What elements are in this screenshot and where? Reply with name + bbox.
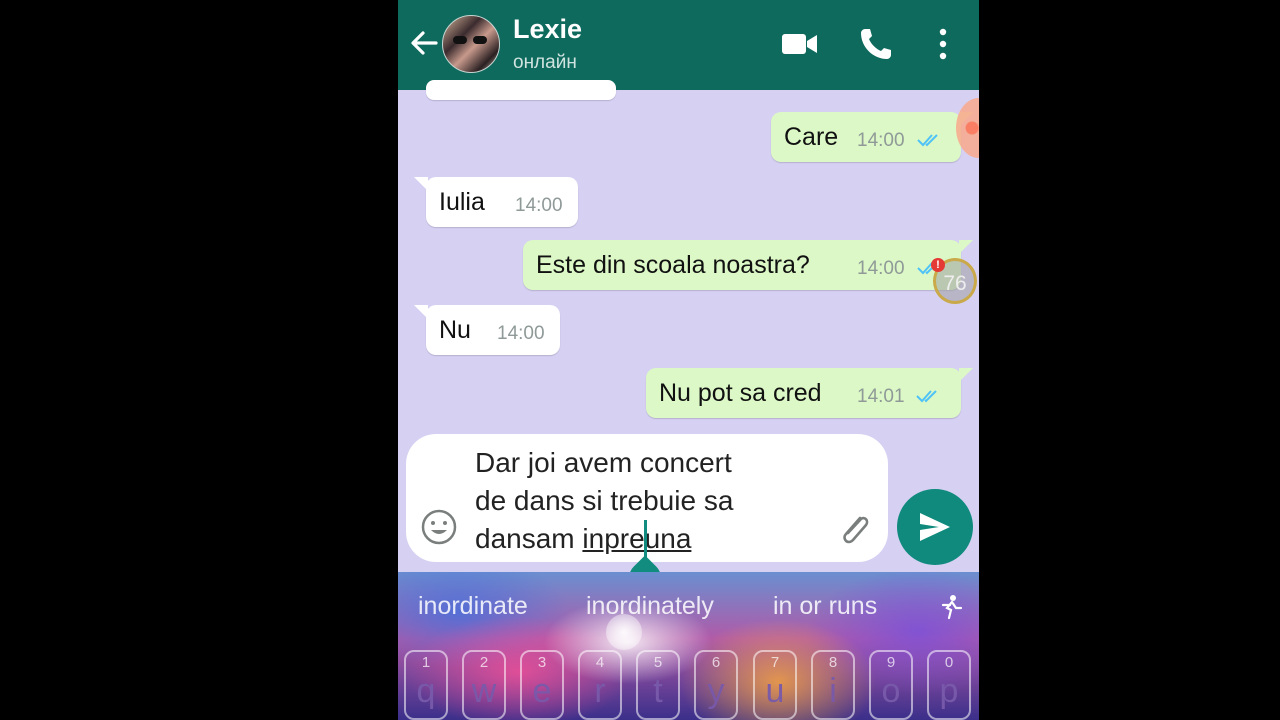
key-o[interactable]: 9o [869,650,913,720]
phone-icon[interactable] [856,24,896,64]
key-letter: o [881,672,901,710]
draft-line: dansam inpreuna [475,520,805,558]
key-letter: p [939,672,959,710]
message-text: Este din scoala noastra? [536,251,810,279]
key-letter: q [416,672,436,710]
key-number: 0 [944,654,954,671]
read-ticks-icon [917,134,938,147]
key-letter: r [594,672,606,710]
message-time: 14:00 [857,130,905,151]
key-number: 2 [479,654,489,671]
message-text: Nu pot sa cred [659,379,822,407]
bubble-tail [959,240,973,254]
message-time: 14:00 [857,258,905,279]
draft-line: de dans si trebuie sa [475,485,734,516]
contact-avatar[interactable] [442,15,500,73]
key-letter: y [707,672,725,710]
key-u[interactable]: 7u [753,650,797,720]
key-i[interactable]: 8i [811,650,855,720]
key-number: 8 [828,654,838,671]
key-e[interactable]: 3e [520,650,564,720]
paperclip-icon[interactable] [836,508,872,548]
key-number: 7 [770,654,780,671]
message-text: Iulia [439,188,485,216]
soft-keyboard[interactable]: inordinate inordinately in or runs 1q 2w… [398,572,979,720]
suggestion-3[interactable]: in or runs [773,592,877,621]
key-letter: i [829,672,837,710]
key-w[interactable]: 2w [462,650,506,720]
key-press-highlight [606,614,642,650]
key-q[interactable]: 1q [404,650,448,720]
alert-dot: ! [931,258,945,272]
message-bubble-incoming[interactable]: Nu 14:00 [414,305,560,355]
message-bubble-outgoing[interactable]: Este din scoala noastra? 14:00 [523,240,973,290]
message-time: 14:00 [497,323,545,344]
key-number: 6 [711,654,721,671]
key-letter: u [765,672,785,710]
message-bubble-outgoing[interactable]: Nu pot sa cred 14:01 [646,368,973,418]
key-t[interactable]: 5t [636,650,680,720]
key-letter: w [471,672,497,710]
key-number: 4 [595,654,605,671]
suggestion-2[interactable]: inordinately [586,592,714,621]
read-ticks-icon [916,390,937,403]
key-number: 9 [886,654,896,671]
bubble-tail [414,305,428,319]
message-text: Care [784,123,839,151]
message-time: 14:01 [857,386,905,407]
misspelled-word[interactable]: inpreuna [582,523,691,554]
key-letter: t [653,672,663,710]
avatar-glasses-left [453,36,467,44]
message-bubble-outgoing[interactable]: Care 14:00 [771,112,973,162]
partial-message-bubble [426,80,616,100]
key-p[interactable]: 0p [927,650,971,720]
contact-status: онлайн [513,52,577,73]
message-input[interactable]: Dar joi avem concert de dans si trebuie … [406,434,888,562]
chat-header: Lexie онлайн [398,0,979,90]
key-r[interactable]: 4r [578,650,622,720]
message-draft-text[interactable]: Dar joi avem concert de dans si trebuie … [475,444,805,558]
more-options-icon[interactable] [928,24,958,64]
suggestion-1[interactable]: inordinate [418,592,528,621]
back-arrow-icon[interactable] [408,26,440,60]
send-icon [920,513,950,541]
video-call-icon[interactable] [780,24,820,64]
message-text: Nu [439,316,471,344]
key-number: 3 [537,654,547,671]
contact-name[interactable]: Lexie [513,14,582,45]
key-number: 1 [421,654,431,671]
send-button[interactable] [897,489,973,565]
bubble-tail [414,177,428,191]
chat-screen: Lexie онлайн Care 14:00 Iulia 14:00 Este… [398,0,979,720]
key-letter: e [532,672,552,710]
runner-icon[interactable] [938,594,964,620]
draft-line: Dar joi avem concert [475,447,732,478]
key-number: 5 [653,654,663,671]
message-bubble-incoming[interactable]: Iulia 14:00 [414,177,578,227]
message-time: 14:00 [515,195,563,216]
emoji-icon[interactable] [420,508,458,546]
avatar-glasses-right [473,36,487,44]
key-y[interactable]: 6y [694,650,738,720]
draft-prefix: dansam [475,523,583,554]
bubble-tail [959,368,973,382]
